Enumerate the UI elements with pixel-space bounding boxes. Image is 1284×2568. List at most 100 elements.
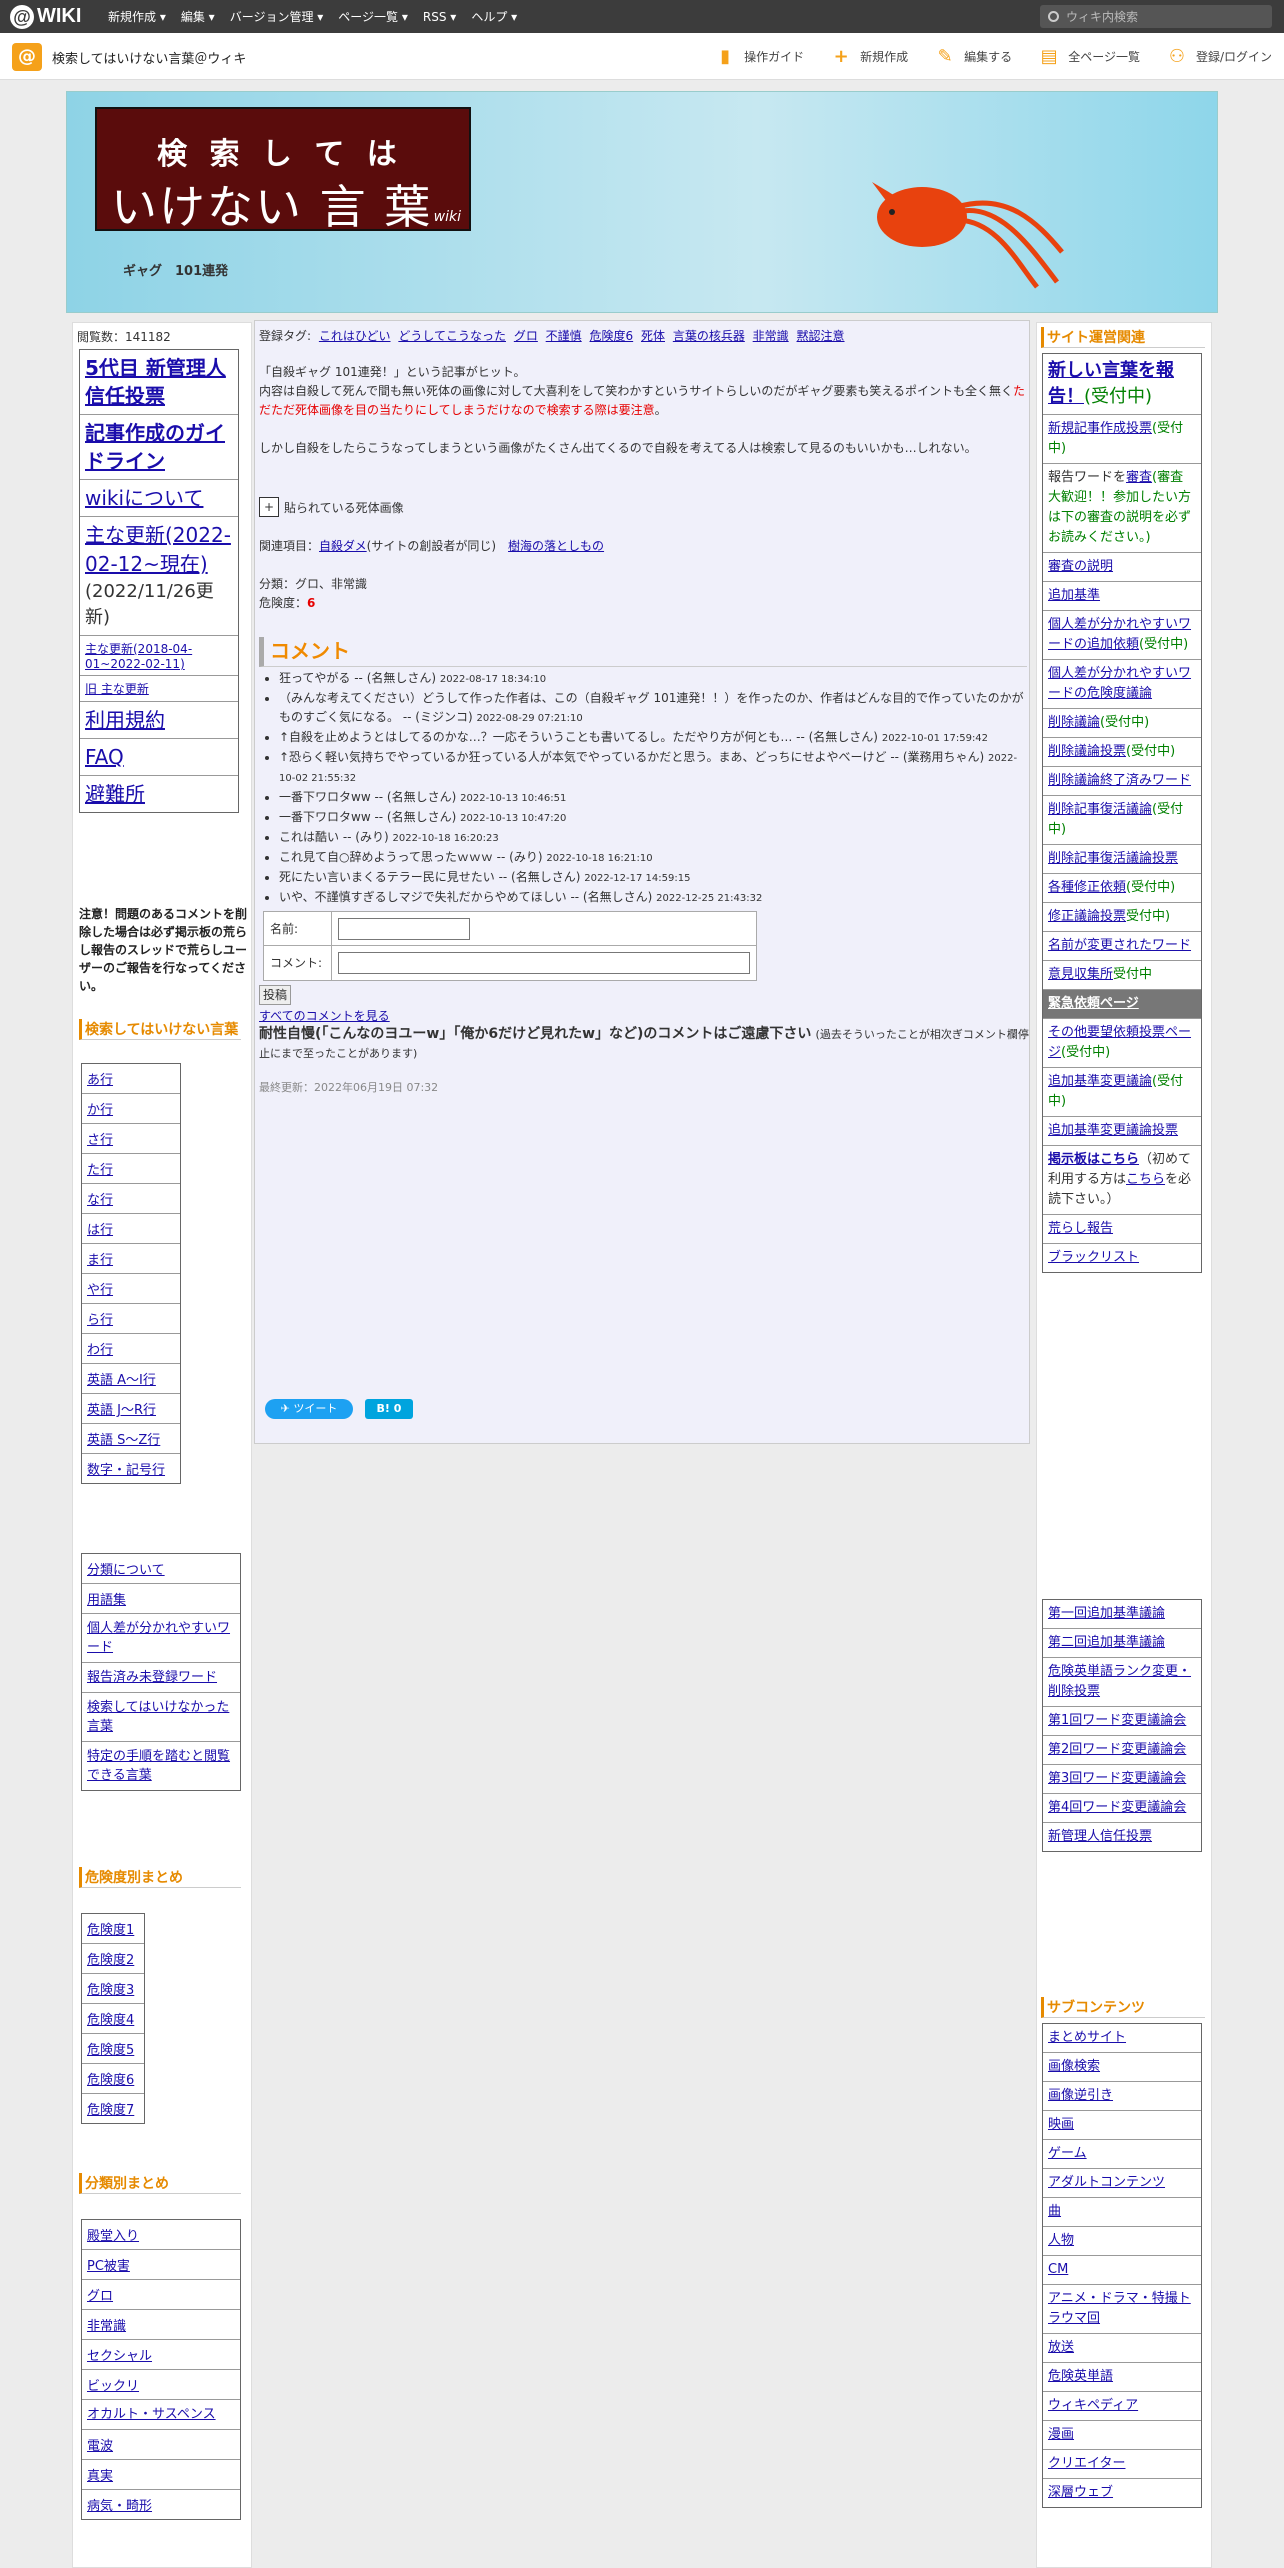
list-link[interactable]: 削除議論投票: [1048, 744, 1126, 759]
list-link[interactable]: 削除記事復活議論: [1048, 802, 1152, 817]
tag-link[interactable]: 言葉の核兵器: [673, 329, 745, 343]
list-link[interactable]: 映画: [1048, 2117, 1074, 2132]
list-link[interactable]: 削除議論: [1048, 715, 1100, 730]
list-link[interactable]: わ行: [87, 1343, 113, 1358]
list-link[interactable]: CM: [1048, 2262, 1068, 2277]
list-link[interactable]: 危険英単語: [1048, 2369, 1113, 2384]
list-link[interactable]: 危険度5: [87, 2043, 134, 2058]
list-link[interactable]: 意見収集所: [1048, 967, 1113, 982]
list-link[interactable]: 英語 J〜R行: [87, 1403, 156, 1418]
list-link[interactable]: 追加基準: [1048, 588, 1100, 603]
tag-link[interactable]: 死体: [641, 329, 665, 343]
list-link[interactable]: な行: [87, 1193, 113, 1208]
list-link[interactable]: 第一回追加基準議論: [1048, 1606, 1165, 1621]
list-link[interactable]: 審査: [1126, 470, 1152, 485]
list-link[interactable]: 第3回ワード変更議論会: [1048, 1771, 1186, 1786]
wiki-logo-image[interactable]: 検 索 し て は いけない 言 葉 wiki: [95, 107, 471, 231]
list-link[interactable]: 電波: [87, 2439, 113, 2454]
list-link[interactable]: 個人差が分かれやすいワードの危険度議論: [1048, 666, 1191, 701]
list-link[interactable]: さ行: [87, 1133, 113, 1148]
list-link[interactable]: こちら: [1126, 1172, 1165, 1187]
list-link[interactable]: 個人差が分かれやすいワード: [87, 1621, 230, 1655]
comment-field[interactable]: [338, 952, 750, 974]
tweet-button[interactable]: ✈ ツイート: [265, 1399, 353, 1419]
menu-help[interactable]: ヘルプ ▾: [471, 8, 517, 25]
all-comments-link[interactable]: すべてのコメントを見る: [259, 1007, 390, 1024]
list-link[interactable]: 検索してはいけなかった言葉: [87, 1700, 229, 1734]
sidebar-link[interactable]: 主な更新(2022-02-12~現在): [85, 523, 231, 576]
list-link[interactable]: 荒らし報告: [1048, 1221, 1113, 1236]
page-list-button[interactable]: ▤ 全ページ一覧: [1040, 47, 1140, 66]
list-link[interactable]: 修正議論投票: [1048, 909, 1126, 924]
atwiki-logo[interactable]: @ WIKI: [10, 4, 81, 29]
list-link[interactable]: 非常識: [87, 2319, 126, 2334]
sidebar-link[interactable]: 旧 主な更新: [85, 682, 149, 696]
name-field[interactable]: [338, 917, 470, 940]
menu-version[interactable]: バージョン管理 ▾: [230, 8, 324, 25]
list-link[interactable]: ら行: [87, 1313, 113, 1328]
list-link[interactable]: ビックリ: [87, 2379, 139, 2394]
edit-button[interactable]: ✎ 編集する: [936, 47, 1013, 66]
list-link[interactable]: た行: [87, 1163, 113, 1178]
tag-link[interactable]: 危険度6: [590, 329, 634, 343]
list-link[interactable]: 新規記事作成投票: [1048, 421, 1152, 436]
list-link[interactable]: 審査の説明: [1048, 559, 1113, 574]
hatena-bookmark-button[interactable]: B! 0: [365, 1399, 413, 1419]
menu-new[interactable]: 新規作成 ▾: [108, 8, 166, 25]
tag-link[interactable]: これはひどい: [319, 329, 391, 343]
sidebar-link[interactable]: 記事作成のガイドライン: [85, 421, 225, 473]
list-link[interactable]: 数字・記号行: [87, 1463, 165, 1478]
list-link[interactable]: 危険度2: [87, 1953, 134, 1968]
list-link[interactable]: 危険度3: [87, 1983, 134, 1998]
list-link[interactable]: 第1回ワード変更議論会: [1048, 1713, 1186, 1728]
menu-edit[interactable]: 編集 ▾: [181, 8, 215, 25]
list-link[interactable]: 危険度6: [87, 2073, 134, 2088]
list-link[interactable]: 深層ウェブ: [1048, 2485, 1113, 2500]
list-link[interactable]: 名前が変更されたワード: [1048, 938, 1191, 953]
list-link[interactable]: 危険英単語ランク変更・削除投票: [1048, 1664, 1191, 1699]
list-link[interactable]: オカルト・サスペンス: [87, 2407, 216, 2422]
sidebar-link[interactable]: FAQ: [85, 745, 124, 769]
list-link[interactable]: PC被害: [87, 2259, 130, 2274]
list-link[interactable]: 第2回ワード変更議論会: [1048, 1742, 1186, 1757]
tag-link[interactable]: グロ: [514, 329, 538, 343]
list-link[interactable]: 追加基準変更議論投票: [1048, 1123, 1178, 1138]
list-link[interactable]: は行: [87, 1223, 113, 1238]
list-link[interactable]: ブラックリスト: [1048, 1250, 1139, 1265]
list-link[interactable]: セクシャル: [87, 2349, 152, 2364]
tag-link[interactable]: どうしてこうなった: [398, 329, 506, 343]
list-link[interactable]: か行: [87, 1103, 113, 1118]
list-link[interactable]: や行: [87, 1283, 113, 1298]
list-link[interactable]: 削除議論終了済みワード: [1048, 773, 1191, 788]
sidebar-link[interactable]: 主な更新(2018-04-01~2022-02-11): [85, 642, 192, 671]
list-link[interactable]: 新管理人信任投票: [1048, 1829, 1152, 1844]
tag-link[interactable]: 黙認注意: [797, 329, 845, 343]
list-link[interactable]: 漫画: [1048, 2427, 1074, 2442]
list-link[interactable]: 殿堂入り: [87, 2229, 139, 2244]
list-link[interactable]: 危険度7: [87, 2103, 134, 2118]
list-link[interactable]: ウィキペディア: [1048, 2398, 1138, 2413]
related-link[interactable]: 自殺ダメ: [319, 539, 367, 553]
login-button[interactable]: ⚇ 登録/ログイン: [1168, 47, 1272, 66]
list-link[interactable]: ゲーム: [1048, 2146, 1087, 2161]
list-link[interactable]: アニメ・ドラマ・特撮トラウマ回: [1048, 2291, 1191, 2326]
list-link[interactable]: 画像検索: [1048, 2059, 1100, 2074]
list-link[interactable]: 英語 A〜I行: [87, 1373, 156, 1388]
urgent-link[interactable]: 緊急依頼ページ: [1048, 996, 1139, 1011]
list-link[interactable]: 用語集: [87, 1593, 126, 1608]
site-icon[interactable]: @: [12, 43, 42, 71]
list-link[interactable]: 第4回ワード変更議論会: [1048, 1800, 1186, 1815]
sidebar-link[interactable]: 避難所: [85, 782, 145, 806]
submit-button[interactable]: 投稿: [259, 985, 291, 1005]
collapsible-toggle[interactable]: + 貼られている死体画像: [259, 497, 404, 517]
list-link[interactable]: アダルトコンテンツ: [1048, 2175, 1165, 2190]
list-link[interactable]: 追加基準変更議論: [1048, 1074, 1152, 1089]
list-link[interactable]: 削除記事復活議論投票: [1048, 851, 1178, 866]
tag-link[interactable]: 非常識: [753, 329, 789, 343]
menu-rss[interactable]: RSS ▾: [423, 10, 456, 24]
list-link[interactable]: 分類について: [87, 1563, 165, 1578]
list-link[interactable]: 特定の手順を踏むと閲覧できる言葉: [87, 1749, 230, 1783]
list-link[interactable]: ま行: [87, 1253, 113, 1268]
list-link[interactable]: 危険度1: [87, 1923, 134, 1938]
guide-button[interactable]: ▮ 操作ガイド: [716, 47, 804, 66]
